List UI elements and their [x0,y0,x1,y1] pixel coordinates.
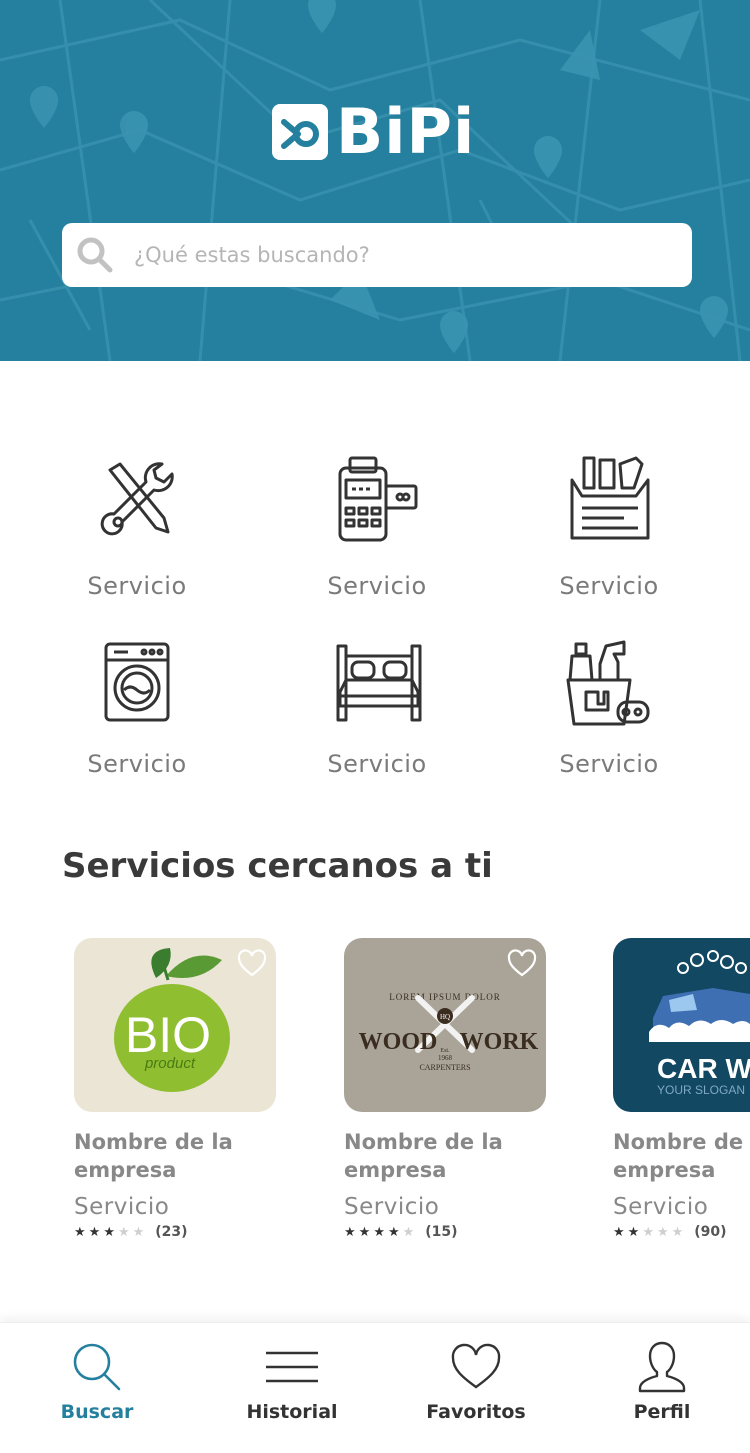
woodwork-badge: HQ [440,1013,450,1021]
rating: ★ ★ ★ ★ ★ (15) [344,1224,546,1240]
search-icon [73,1343,121,1391]
company-name: Nombre de la empresa [344,1130,503,1182]
carwash-logo-slogan: YOUR SLOGAN [657,1083,745,1097]
rating: ★ ★ ★ ★ ★ (90) [613,1224,750,1240]
category-bed[interactable]: Servicio [277,636,477,778]
category-payment[interactable]: Servicio [277,450,477,600]
star-icon: ★ [627,1224,640,1240]
star-icon: ★ [132,1224,145,1240]
bed-icon [336,644,422,722]
woodwork-right-text: WORK [460,1029,539,1055]
carwash-logo-text: CAR WA [657,1053,750,1084]
star-icon: ★ [656,1224,669,1240]
nearby-services-carousel[interactable]: BIO product Nombre de la empresa Servici… [0,938,750,1258]
category-label: Servicio [87,750,187,778]
heart-icon [451,1343,501,1389]
woodwork-bottom-text: CARPENTERS [419,1063,470,1072]
menu-icon [266,1351,318,1383]
toolbox-icon [570,456,650,540]
service-card[interactable]: CAR WA YOUR SLOGAN Nombre de la empresa … [613,938,750,1240]
carwash-logo: CAR WA YOUR SLOGAN [649,950,750,1097]
section-title: Servicios cercanos a ti [62,846,493,886]
cleaning-supplies-icon [566,640,650,726]
bipi-logo: BiPi [272,100,475,164]
nav-tab-historial[interactable]: Historial [212,1341,372,1423]
tools-icon [100,462,174,536]
category-label: Servicio [327,750,427,778]
user-icon [638,1341,686,1393]
star-icon: ★ [613,1224,625,1240]
category-label: Servicio [327,572,427,600]
category-laundry[interactable]: Servicio [37,636,237,778]
star-icon: ★ [671,1224,684,1240]
rating: ★ ★ ★ ★ ★ (23) [74,1224,276,1240]
review-count: (23) [155,1224,188,1240]
service-card[interactable]: LOREM IPSUM DOLOR HQ WOOD WORK Est. 1968… [344,938,546,1240]
category-label: Servicio [559,572,659,600]
favorite-heart-icon[interactable] [236,948,268,978]
star-icon: ★ [103,1224,115,1240]
star-icon: ★ [117,1224,130,1240]
company-name: Nombre de la empresa [74,1130,233,1182]
company-name: Nombre de la empresa [613,1130,750,1182]
woodwork-year: 1968 [438,1054,453,1062]
bottom-navigation: Buscar Historial Favoritos Perfil [0,1322,750,1453]
star-icon: ★ [358,1224,371,1240]
category-tools[interactable]: Servicio [37,450,237,600]
nav-label: Historial [246,1401,338,1423]
category-label: Servicio [87,572,187,600]
map-background [0,0,750,361]
bipi-logo-icon [272,104,328,160]
category-cleaning[interactable]: Servicio [509,636,709,778]
card-image: CAR WA YOUR SLOGAN [613,938,750,1112]
payment-terminal-icon [338,456,418,542]
woodwork-top-text: LOREM IPSUM DOLOR [389,992,501,1002]
review-count: (15) [425,1224,458,1240]
star-icon: ★ [387,1224,400,1240]
star-icon: ★ [344,1224,356,1240]
nav-tab-buscar[interactable]: Buscar [17,1341,177,1423]
washing-machine-icon [104,642,170,722]
star-icon: ★ [402,1224,415,1240]
review-count: (90) [694,1224,727,1240]
category-toolbox[interactable]: Servicio [509,450,709,600]
search-icon [77,237,113,273]
woodwork-left-text: WOOD [359,1029,438,1055]
star-icon: ★ [642,1224,654,1240]
star-icon: ★ [74,1224,86,1240]
service-type: Servicio [74,1194,170,1220]
card-image: LOREM IPSUM DOLOR HQ WOOD WORK Est. 1968… [344,938,546,1112]
search-bar[interactable] [62,223,692,287]
category-label: Servicio [559,750,659,778]
star-icon: ★ [373,1224,385,1240]
nav-tab-perfil[interactable]: Perfil [582,1341,742,1423]
favorite-heart-icon[interactable] [506,948,538,978]
bipi-logo-text: BiPi [336,95,476,168]
nav-label: Buscar [60,1401,134,1423]
search-input[interactable] [134,243,654,267]
star-icon: ★ [88,1224,101,1240]
bio-logo-subtext: product [144,1055,196,1072]
nav-label: Favoritos [426,1401,526,1423]
service-type: Servicio [613,1194,709,1220]
card-image: BIO product [74,938,276,1112]
nav-tab-favoritos[interactable]: Favoritos [396,1341,556,1423]
service-card[interactable]: BIO product Nombre de la empresa Servici… [74,938,276,1240]
app-header: BiPi [0,0,750,361]
nav-label: Perfil [633,1401,691,1423]
service-type: Servicio [344,1194,440,1220]
